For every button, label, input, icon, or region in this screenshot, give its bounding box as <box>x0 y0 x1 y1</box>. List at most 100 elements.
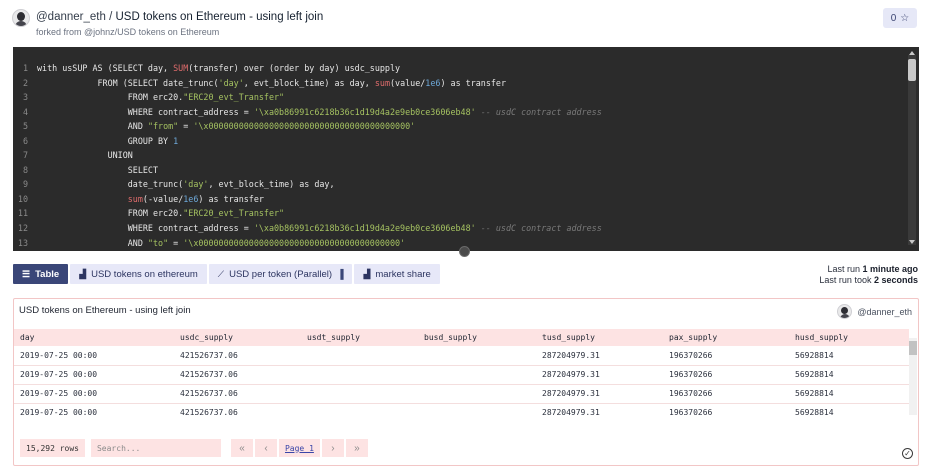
tab-label: Table <box>35 268 60 280</box>
line-number: 13 <box>17 237 28 248</box>
line-number: 11 <box>17 208 28 219</box>
editor-scrollbar[interactable] <box>908 51 916 245</box>
code-text[interactable]: WHERE contract_address = '\xa0b86991c621… <box>37 105 602 120</box>
table-row: 2019-07-25 00:00 421526737.06 287204979.31… <box>14 365 909 385</box>
forked-source-link[interactable]: @johnz/USD tokens on Ethereum <box>84 27 219 37</box>
code-line[interactable]: 2 FROM (SELECT date_trunc('day', evt_blo… <box>13 76 907 91</box>
code-text[interactable]: GROUP BY 1 <box>37 134 178 149</box>
run-duration: Last run took 2 seconds <box>819 275 918 285</box>
rows-count: 15,292 rows <box>20 439 85 457</box>
scroll-down-icon[interactable] <box>909 240 915 244</box>
results-title: USD tokens on Ethereum - using left join <box>19 305 191 316</box>
star-button[interactable]: 0 ☆ <box>883 8 917 28</box>
table-cell: 196370266 <box>663 365 789 385</box>
current-page[interactable]: Page 1 <box>278 439 320 457</box>
code-line[interactable]: 5 AND "from" = '\x0000000000000000000000… <box>13 119 907 134</box>
line-number: 10 <box>17 193 28 204</box>
results-table: day usdc_supply usdt_supply busd_supply tusd… <box>14 329 909 415</box>
table-cell: 196370266 <box>663 384 789 404</box>
tab-market-share[interactable]: ▟ market share <box>354 264 440 284</box>
table-footer: 15,292 rows « ‹ Page 1 › » <box>20 439 368 457</box>
code-text[interactable]: FROM (SELECT date_trunc('day', evt_block… <box>37 76 507 91</box>
line-number: 3 <box>22 92 28 103</box>
table-cell <box>418 403 536 415</box>
code-line[interactable]: 12 WHERE contract_address = '\xa0b86991c… <box>13 221 907 236</box>
code-text[interactable]: AND "to" = '\x00000000000000000000000000… <box>37 236 405 251</box>
table-cell: 56928814 <box>789 365 909 385</box>
tab-table[interactable]: ☰ Table <box>13 264 69 284</box>
owner-avatar <box>837 304 853 319</box>
query-header: @danner_eth / USD tokens on Ethereum - u… <box>0 0 929 44</box>
table-row: 2019-07-25 00:00 421526737.06 287204979.31… <box>14 384 909 404</box>
next-page-icon[interactable]: › <box>321 439 344 457</box>
tab-usd-per-token-parallel[interactable]: ⟋ USD per token (Parallel) ▐ <box>208 264 353 284</box>
editor-resize-handle[interactable] <box>459 246 470 257</box>
editor-scroll-thumb[interactable] <box>908 59 916 81</box>
table-cell <box>418 346 536 366</box>
code-lines[interactable]: 1 with usSUP AS (SELECT day, SUM(transfer… <box>13 61 907 250</box>
owner-name[interactable]: @danner_eth <box>857 307 912 317</box>
user-avatar[interactable] <box>12 9 30 27</box>
tab-label: market share <box>375 268 431 280</box>
code-line[interactable]: 8 SELECT <box>13 163 907 178</box>
tab-usd-tokens-on-ethereum[interactable]: ▟ USD tokens on ethereum <box>70 264 207 284</box>
column-header[interactable]: usdt_supply <box>301 329 418 346</box>
line-number: 5 <box>22 121 28 132</box>
star-icon: ☆ <box>900 12 910 24</box>
code-line[interactable]: 11 FROM erc20."ERC20_evt_Transfer" <box>13 206 907 221</box>
line-number: 1 <box>22 63 28 73</box>
table-cell: 56928814 <box>789 384 909 404</box>
table-cell <box>418 365 536 385</box>
code-line[interactable]: 9 date_trunc('day', evt_block_time) as d… <box>13 177 907 192</box>
code-text[interactable]: with usSUP AS (SELECT day, SUM(transfer)… <box>37 61 400 76</box>
code-line[interactable]: 4 WHERE contract_address = '\xa0b86991c6… <box>13 105 907 120</box>
code-text[interactable]: sum(-value/1e6) as transfer <box>37 192 264 207</box>
title-separator: / <box>109 11 113 23</box>
check-icon[interactable]: ✓ <box>902 448 913 459</box>
code-line[interactable]: 6 GROUP BY 1 <box>13 134 907 149</box>
table-scroll-thumb[interactable] <box>909 341 917 355</box>
code-line[interactable]: 10 sum(-value/1e6) as transfer <box>13 192 907 207</box>
tab-label: USD tokens on ethereum <box>91 268 198 280</box>
table-scrollbar[interactable] <box>909 338 917 415</box>
table-cell: 421526737.06 <box>174 346 301 366</box>
bar-chart-icon: ▟ <box>79 268 87 279</box>
line-number: 7 <box>22 150 28 161</box>
column-header[interactable]: husd_supply <box>789 329 909 346</box>
code-line[interactable]: 3 FROM erc20."ERC20_evt_Transfer" <box>13 90 907 105</box>
table-cell <box>301 365 418 385</box>
table-cell <box>301 384 418 404</box>
column-header[interactable]: busd_supply <box>418 329 536 346</box>
code-text[interactable]: UNION <box>37 148 133 163</box>
column-header[interactable]: pax_supply <box>663 329 789 346</box>
code-text[interactable]: AND "from" = '\x000000000000000000000000… <box>37 119 415 134</box>
table-cell: 421526737.06 <box>174 384 301 404</box>
code-text[interactable]: date_trunc('day', evt_block_time) as day… <box>37 177 335 192</box>
column-header[interactable]: day <box>14 329 174 346</box>
last-page-icon[interactable]: » <box>345 439 368 457</box>
column-header[interactable]: usdc_supply <box>174 329 301 346</box>
scroll-up-icon[interactable] <box>909 51 915 55</box>
run-info: Last run 1 minute ago Last run took 2 se… <box>819 264 918 286</box>
first-page-icon[interactable]: « <box>230 439 253 457</box>
table-header: day usdc_supply usdt_supply busd_supply tusd… <box>14 329 909 346</box>
results-owner[interactable]: @danner_eth <box>837 304 912 319</box>
code-text[interactable]: FROM erc20."ERC20_evt_Transfer" <box>37 90 284 105</box>
code-text[interactable]: FROM erc20."ERC20_evt_Transfer" <box>37 206 284 221</box>
table-cell: 287204979.31 <box>536 403 663 415</box>
code-text[interactable]: SELECT <box>37 163 158 178</box>
table-cell <box>418 384 536 404</box>
forked-from: forked from @johnz/USD tokens on Ethereu… <box>36 27 219 37</box>
owner-link[interactable]: @danner_eth <box>36 11 106 23</box>
line-number: 6 <box>22 135 28 146</box>
search-input[interactable] <box>90 439 221 457</box>
code-text[interactable]: WHERE contract_address = '\xa0b86991c621… <box>37 221 602 236</box>
code-line[interactable]: 7 UNION <box>13 148 907 163</box>
table-cell: 2019-07-25 00:00 <box>14 346 174 366</box>
code-line[interactable]: 1 with usSUP AS (SELECT day, SUM(transfer… <box>13 61 907 76</box>
prev-page-icon[interactable]: ‹ <box>254 439 277 457</box>
table-body: 2019-07-25 00:00 421526737.06 287204979.31… <box>14 346 909 415</box>
column-header[interactable]: tusd_supply <box>536 329 663 346</box>
sql-editor[interactable]: 1 with usSUP AS (SELECT day, SUM(transfer… <box>13 47 919 251</box>
table-cell <box>301 403 418 415</box>
